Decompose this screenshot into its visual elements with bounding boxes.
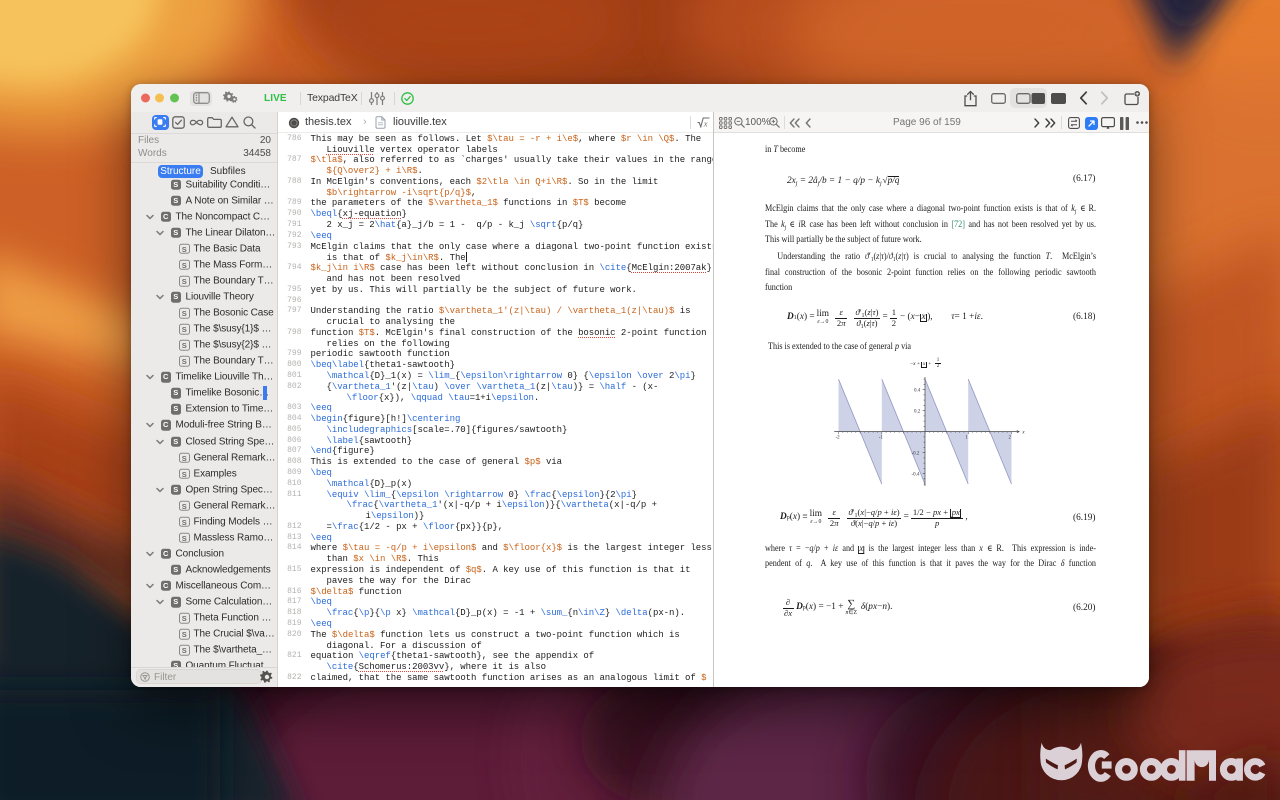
- svg-text:-0.2: -0.2: [912, 451, 920, 456]
- svg-text:0.4: 0.4: [914, 388, 921, 393]
- svg-text:-0.4: -0.4: [912, 472, 920, 477]
- svg-text:x: x: [1021, 430, 1025, 436]
- svg-text:-1: -1: [879, 436, 884, 441]
- svg-text:x: x: [703, 118, 708, 128]
- svg-text:-2: -2: [836, 436, 841, 441]
- svg-text:0.2: 0.2: [914, 409, 921, 414]
